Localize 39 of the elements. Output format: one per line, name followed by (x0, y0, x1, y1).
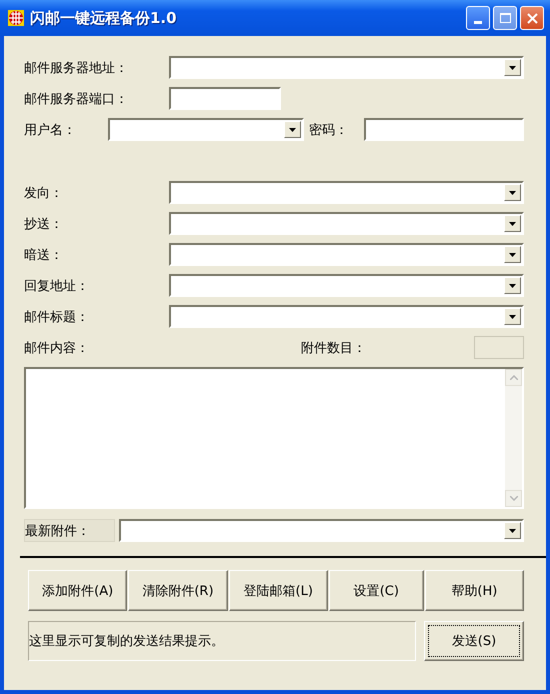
input-field[interactable] (364, 118, 524, 141)
dropdown-field[interactable] (169, 56, 524, 79)
dropdown-field[interactable] (169, 305, 524, 328)
dropdown-field[interactable] (169, 243, 524, 266)
field-label: 邮件服务器地址： (24, 60, 129, 76)
field-label: 最新附件： (24, 519, 115, 542)
dropdown-field[interactable] (108, 118, 304, 141)
globe-icon (8, 10, 24, 26)
action-button[interactable]: 设置(C) (328, 570, 424, 611)
field-label: 用户名： (24, 122, 77, 138)
minimize-icon (474, 21, 482, 24)
input-field[interactable] (169, 87, 281, 110)
dropdown-field[interactable] (169, 212, 524, 235)
dropdown-field[interactable] (119, 519, 524, 542)
field-label: 邮件内容： (24, 340, 90, 356)
field-label: 邮件服务器端口： (24, 90, 129, 108)
maximize-icon (500, 13, 510, 23)
window-title: 闪邮一键远程备份1.0 (30, 8, 178, 28)
minimize-button[interactable] (466, 6, 490, 30)
close-icon (526, 12, 538, 24)
dropdown-field[interactable] (169, 274, 524, 297)
dropdown-field[interactable] (169, 181, 524, 204)
action-button[interactable]: 清除附件(R) (128, 570, 228, 611)
send-button[interactable]: 发送(S) (424, 621, 524, 661)
field-label: 回复地址： (24, 278, 90, 294)
count-field (474, 336, 524, 359)
status-message: 这里显示可复制的发送结果提示。 (28, 621, 416, 661)
action-button[interactable]: 添加附件(A) (28, 570, 128, 611)
field-label: 抄送： (24, 216, 64, 232)
action-button[interactable]: 帮助(H) (424, 570, 524, 611)
field-label: 发向： (24, 184, 64, 202)
action-button[interactable]: 登陆邮箱(L) (228, 570, 328, 611)
field-label: 密码： (309, 122, 348, 138)
maximize-button[interactable] (493, 6, 517, 30)
close-button[interactable] (520, 6, 544, 30)
field-label: 邮件标题： (24, 308, 90, 326)
field-label: 暗送： (24, 246, 64, 264)
scroll-bar[interactable] (505, 369, 522, 507)
field-label: 附件数目： (301, 340, 367, 356)
